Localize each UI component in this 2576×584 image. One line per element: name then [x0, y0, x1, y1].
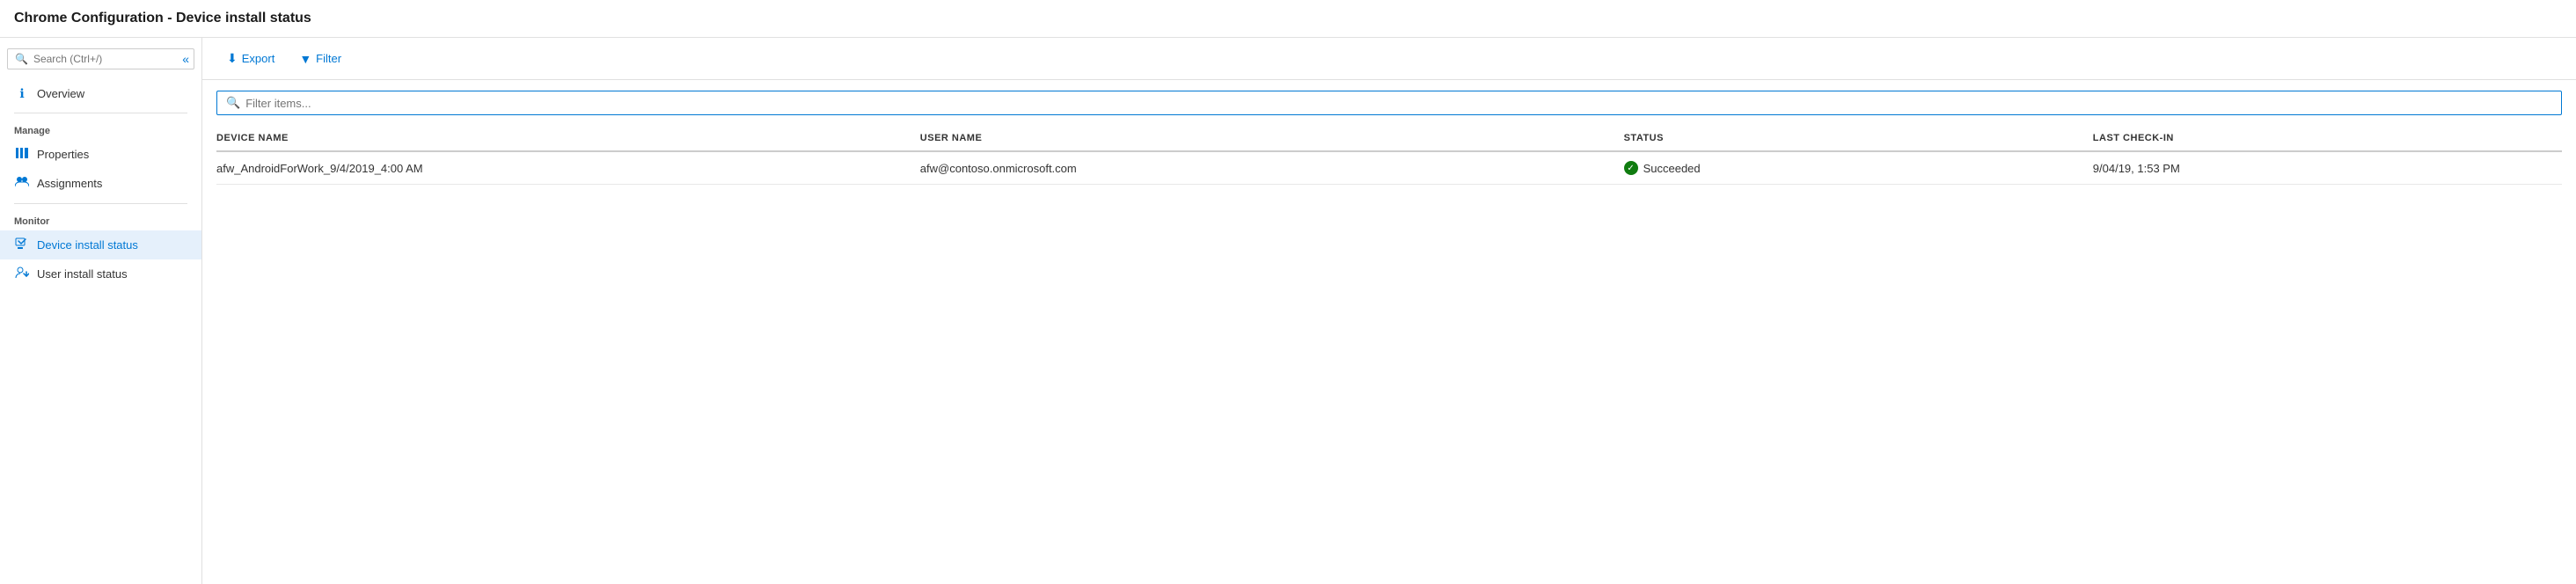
sidebar-search-box[interactable]: 🔍 « — [7, 48, 194, 69]
cell-status: ✓ Succeeded — [1624, 151, 2093, 185]
sidebar-item-assignments[interactable]: Assignments — [0, 169, 201, 198]
table-row: afw_AndroidForWork_9/4/2019_4:00 AMafw@c… — [216, 151, 2562, 185]
status-text: Succeeded — [1643, 162, 1701, 175]
column-header-device-name: DEVICE NAME — [216, 126, 920, 151]
filter-icon: ▼ — [299, 52, 311, 66]
export-label: Export — [242, 52, 275, 65]
export-button[interactable]: ⬇ Export — [216, 47, 285, 70]
content-area: ⬇ Export ▼ Filter 🔍 DEVICE NAME USER NAM… — [202, 38, 2576, 584]
filter-search-icon: 🔍 — [226, 96, 240, 110]
sidebar-divider-2 — [14, 203, 187, 204]
properties-icon — [14, 146, 30, 163]
assignments-icon — [14, 175, 30, 192]
sidebar-item-user-install-status[interactable]: User install status — [0, 259, 201, 288]
column-header-status: STATUS — [1624, 126, 2093, 151]
device-install-table: DEVICE NAME USER NAME STATUS LAST CHECK-… — [216, 126, 2562, 185]
sidebar-item-properties[interactable]: Properties — [0, 140, 201, 169]
cell-device-name: afw_AndroidForWork_9/4/2019_4:00 AM — [216, 151, 920, 185]
status-success: ✓ Succeeded — [1624, 161, 2086, 175]
table-container: DEVICE NAME USER NAME STATUS LAST CHECK-… — [202, 126, 2576, 584]
filter-button[interactable]: ▼ Filter — [289, 47, 352, 70]
sidebar-item-label: Properties — [37, 148, 89, 161]
column-header-last-checkin: LAST CHECK-IN — [2093, 126, 2562, 151]
monitor-section-label: Monitor — [0, 209, 201, 230]
device-install-icon — [14, 237, 30, 253]
sidebar-item-device-install-status[interactable]: Device install status — [0, 230, 201, 259]
cell-user-name: afw@contoso.onmicrosoft.com — [920, 151, 1624, 185]
user-install-icon — [14, 266, 30, 282]
filter-input[interactable] — [245, 97, 2552, 110]
manage-section-label: Manage — [0, 119, 201, 140]
table-header-row: DEVICE NAME USER NAME STATUS LAST CHECK-… — [216, 126, 2562, 151]
cell-last-checkin: 9/04/19, 1:53 PM — [2093, 151, 2562, 185]
sidebar-item-overview[interactable]: ℹ Overview — [0, 80, 201, 107]
export-icon: ⬇ — [227, 51, 238, 66]
sidebar: 🔍 « ℹ Overview Manage Properties — [0, 38, 202, 584]
success-icon: ✓ — [1624, 161, 1638, 175]
sidebar-item-label: User install status — [37, 267, 128, 281]
info-circle-icon: ℹ — [14, 86, 30, 101]
filter-search-box[interactable]: 🔍 — [216, 91, 2562, 115]
toolbar: ⬇ Export ▼ Filter — [202, 38, 2576, 80]
sidebar-search-input[interactable] — [33, 53, 187, 65]
filter-label: Filter — [316, 52, 341, 65]
collapse-sidebar-button[interactable]: « — [177, 50, 194, 68]
page-title: Chrome Configuration - Device install st… — [0, 0, 2576, 38]
sidebar-item-label: Assignments — [37, 177, 102, 190]
search-icon: 🔍 — [15, 53, 28, 65]
sidebar-item-label: Device install status — [37, 238, 138, 252]
sidebar-item-label: Overview — [37, 87, 84, 100]
column-header-user-name: USER NAME — [920, 126, 1624, 151]
